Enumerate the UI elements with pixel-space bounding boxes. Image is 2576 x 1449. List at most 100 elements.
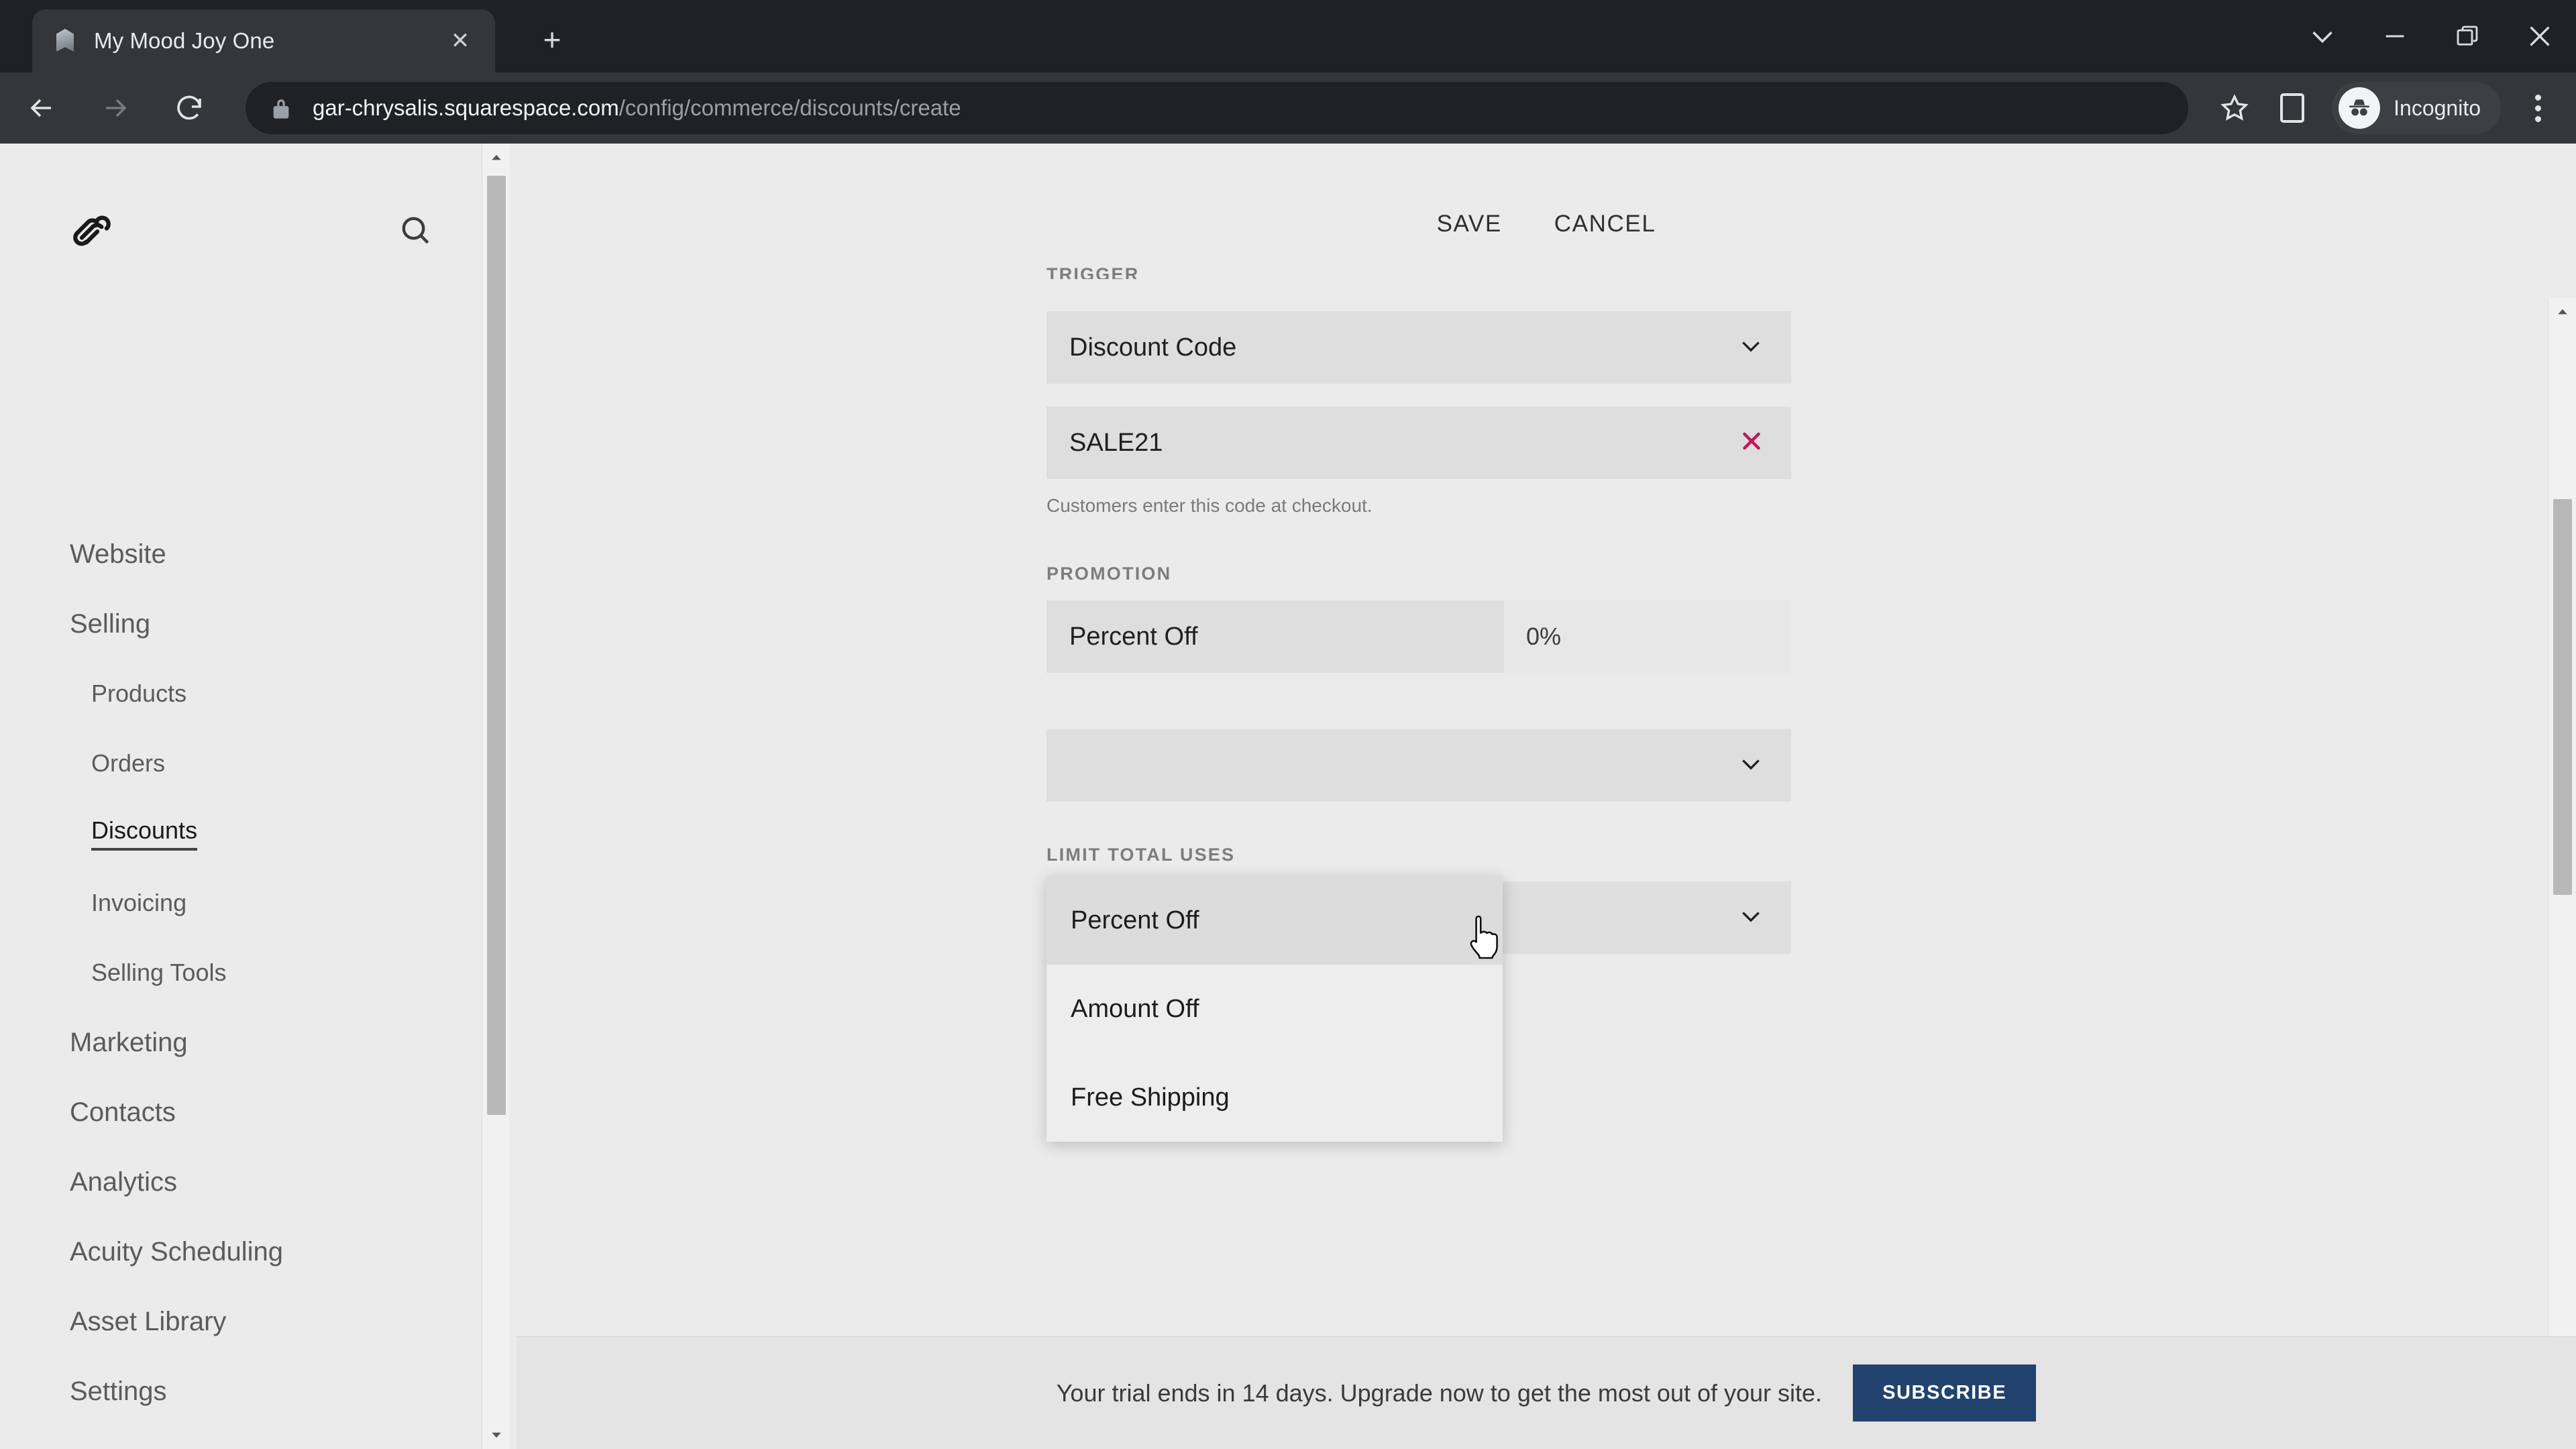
sidebar-item-label: Invoicing xyxy=(91,889,187,916)
trigger-label: TRIGGER xyxy=(1046,264,1140,279)
scroll-up-icon[interactable] xyxy=(482,144,511,172)
tab-title: My Mood Joy One xyxy=(94,28,275,53)
sidebar-item-label: Marketing xyxy=(70,1027,188,1057)
chevron-down-icon xyxy=(1737,333,1764,363)
x-icon[interactable] xyxy=(1737,427,1766,459)
url-text: gar-chrysalis.squarespace.com/config/com… xyxy=(313,95,961,121)
sidebar-scroll-thumb[interactable] xyxy=(487,176,506,1115)
cube-icon xyxy=(51,26,80,56)
sidebar-item-asset-library[interactable]: Asset Library xyxy=(0,1287,510,1356)
trial-banner: Your trial ends in 14 days. Upgrade now … xyxy=(517,1336,2576,1449)
sidebar-item-orders[interactable]: Orders xyxy=(0,729,510,798)
sidebar-item-selling[interactable]: Selling xyxy=(0,589,510,659)
restore-icon[interactable] xyxy=(2431,0,2504,72)
side-panel-icon[interactable] xyxy=(2263,79,2321,137)
limit-total-uses-label: LIMIT TOTAL USES xyxy=(1046,845,1236,865)
sidebar-item-contacts[interactable]: Contacts xyxy=(0,1077,510,1147)
promotion-type-dropdown[interactable]: Percent Off Amount Off Free Shipping xyxy=(1046,876,1503,1142)
star-icon[interactable] xyxy=(2206,79,2263,137)
scroll-down-icon[interactable] xyxy=(482,1421,511,1449)
address-bar[interactable]: gar-chrysalis.squarespace.com/config/com… xyxy=(246,82,2189,134)
mouse-cursor xyxy=(1466,914,1503,961)
sidebar-item-label: Settings xyxy=(70,1376,167,1406)
chevron-down-icon xyxy=(1737,751,1764,781)
lock-icon xyxy=(270,95,292,121)
new-tab-button[interactable]: + xyxy=(530,17,574,62)
profile-chip[interactable]: Incognito xyxy=(2332,82,2501,134)
sidebar-item-label: Help xyxy=(70,1446,125,1449)
tab-search-icon[interactable] xyxy=(2286,0,2359,72)
secondary-select-section xyxy=(1046,729,1959,802)
sidebar-item-settings[interactable]: Settings xyxy=(0,1356,510,1426)
discount-code-input[interactable]: SALE21 xyxy=(1046,407,1791,479)
kebab-menu-icon[interactable] xyxy=(2508,78,2568,138)
form-action-bar: SAVE CANCEL xyxy=(517,184,2576,264)
close-tab-icon[interactable]: ✕ xyxy=(444,25,476,57)
forward-icon[interactable] xyxy=(83,76,148,140)
sidebar-item-marketing[interactable]: Marketing xyxy=(0,1008,510,1077)
sidebar-item-website[interactable]: Website xyxy=(0,519,510,589)
sidebar-item-acuity-scheduling[interactable]: Acuity Scheduling xyxy=(0,1217,510,1287)
main-panel: SAVE CANCEL TRIGGER Discount Code SALE21 xyxy=(517,144,2576,1449)
profile-label: Incognito xyxy=(2394,95,2481,120)
search-icon[interactable] xyxy=(397,212,435,250)
browser-window: My Mood Joy One ✕ + gar-chrysalis.square… xyxy=(0,0,2576,1449)
dropdown-option-amount-off[interactable]: Amount Off xyxy=(1046,965,1503,1053)
sidebar-item-label: Discounts xyxy=(91,816,198,851)
url-path: /config/commerce/discounts/create xyxy=(619,95,961,120)
main-scroll-thumb[interactable] xyxy=(2553,499,2572,895)
sidebar-item-invoicing[interactable]: Invoicing xyxy=(0,868,510,938)
sidebar-item-label: Products xyxy=(91,680,187,707)
main-scrollbar[interactable] xyxy=(2548,298,2576,1449)
browser-toolbar: gar-chrysalis.squarespace.com/config/com… xyxy=(0,72,2576,144)
save-button[interactable]: SAVE xyxy=(1437,211,1502,237)
sidebar-item-products[interactable]: Products xyxy=(0,659,510,729)
sidebar-item-label: Orders xyxy=(91,749,166,777)
tab-strip: My Mood Joy One ✕ + xyxy=(0,0,2576,72)
sidebar-item-label: Selling Tools xyxy=(91,959,227,986)
app-sidebar: Website Selling Products Orders Discounts Inv… xyxy=(0,144,517,1449)
sidebar-item-help[interactable]: Help xyxy=(0,1426,510,1449)
subscribe-button[interactable]: SUBSCRIBE xyxy=(1853,1364,2037,1421)
sidebar-nav: Website Selling Products Orders Discounts Inv… xyxy=(0,519,510,1449)
sidebar-header xyxy=(0,184,483,278)
promotion-type-value: Percent Off xyxy=(1069,622,1198,651)
promotion-amount-input[interactable]: 0% xyxy=(1503,600,1791,673)
promotion-label: PROMOTION xyxy=(1046,564,1172,584)
promotion-type-select[interactable]: Percent Off xyxy=(1046,600,1503,673)
trigger-type-select[interactable]: Discount Code xyxy=(1046,311,1791,384)
squarespace-logo-icon[interactable] xyxy=(67,206,117,256)
promotion-section: PROMOTION Percent Off 0% xyxy=(1046,564,1959,673)
back-icon[interactable] xyxy=(9,76,74,140)
page-viewport: Website Selling Products Orders Discounts Inv… xyxy=(0,144,2576,1449)
trigger-type-value: Discount Code xyxy=(1069,333,1237,362)
dropdown-option-percent-off[interactable]: Percent Off xyxy=(1046,876,1503,965)
sidebar-item-label: Contacts xyxy=(70,1097,176,1127)
dropdown-option-free-shipping[interactable]: Free Shipping xyxy=(1046,1053,1503,1142)
incognito-icon xyxy=(2339,87,2381,129)
trial-banner-text: Your trial ends in 14 days. Upgrade now … xyxy=(1056,1379,1823,1407)
url-domain: gar-chrysalis.squarespace.com xyxy=(313,95,619,120)
sidebar-item-label: Acuity Scheduling xyxy=(70,1236,283,1267)
sidebar-item-selling-tools[interactable]: Selling Tools xyxy=(0,938,510,1008)
cancel-button[interactable]: CANCEL xyxy=(1554,211,1656,237)
scroll-up-icon[interactable] xyxy=(2548,298,2576,326)
trigger-section: TRIGGER Discount Code SALE21 Customers e xyxy=(1046,264,1959,517)
promotion-amount-value: 0% xyxy=(1526,623,1562,650)
close-window-icon[interactable] xyxy=(2504,0,2576,72)
window-controls xyxy=(2286,0,2576,72)
sidebar-scrollbar[interactable] xyxy=(482,144,510,1449)
discount-code-value: SALE21 xyxy=(1069,428,1163,457)
secondary-select[interactable] xyxy=(1046,729,1791,802)
sidebar-item-label: Analytics xyxy=(70,1167,178,1197)
sidebar-item-label: Selling xyxy=(70,608,151,639)
promotion-row: Percent Off 0% xyxy=(1046,600,1959,673)
browser-tab[interactable]: My Mood Joy One ✕ xyxy=(32,9,495,72)
sidebar-item-analytics[interactable]: Analytics xyxy=(0,1147,510,1217)
reload-icon[interactable] xyxy=(157,76,221,140)
discount-code-hint: Customers enter this code at checkout. xyxy=(1046,495,1373,516)
sidebar-item-label: Asset Library xyxy=(70,1306,227,1336)
sidebar-item-discounts[interactable]: Discounts xyxy=(0,798,510,868)
sidebar-item-label: Website xyxy=(70,539,166,569)
minimize-icon[interactable] xyxy=(2359,0,2431,72)
